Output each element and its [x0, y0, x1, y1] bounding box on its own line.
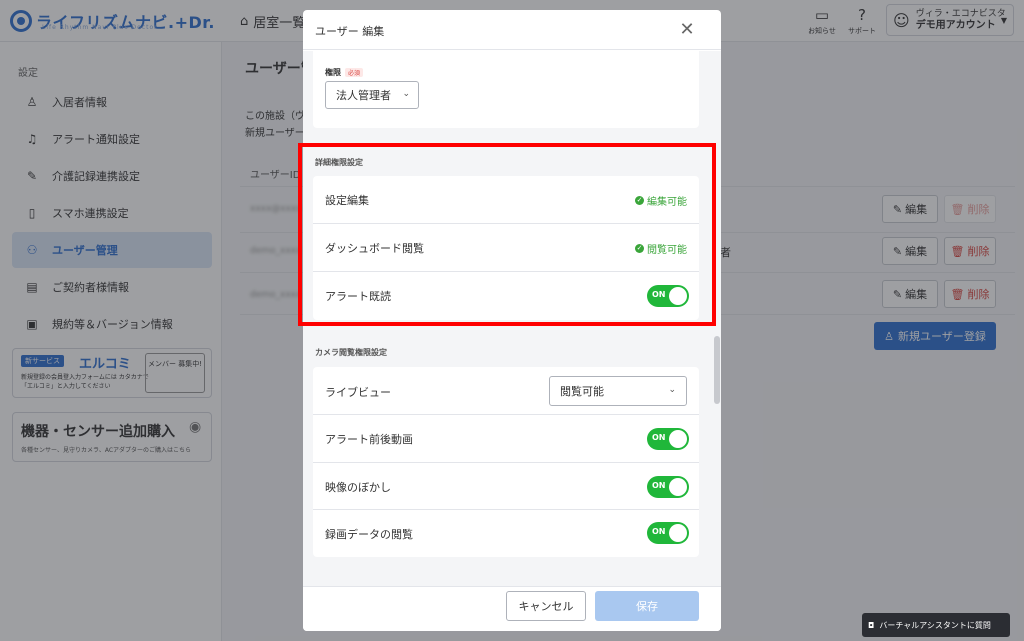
role-label: 権限 必須	[325, 67, 364, 78]
permission-row-alert-video: アラート前後動画 ON	[313, 415, 699, 463]
camera-permission-card: ライブビュー 閲覧可能 ⌄ アラート前後動画 ON 映像のぼかし ON 録画デー…	[313, 367, 699, 557]
chevron-down-icon: ⌄	[668, 385, 676, 395]
permission-row-blur: 映像のぼかし ON	[313, 463, 699, 510]
save-button[interactable]: 保存	[595, 591, 699, 621]
toggle-knob	[669, 524, 687, 542]
recording-toggle[interactable]: ON	[647, 522, 689, 544]
virtual-assistant-button[interactable]: ◘ バーチャルアシスタントに質問	[862, 613, 1010, 637]
toggle-knob	[669, 430, 687, 448]
live-view-select[interactable]: 閲覧可能 ⌄	[549, 376, 687, 406]
highlight-box	[298, 143, 716, 326]
chevron-down-icon: ⌄	[402, 89, 410, 99]
toggle-knob	[669, 478, 687, 496]
modal-header: ユーザー 編集 ✕	[303, 10, 721, 50]
blur-toggle[interactable]: ON	[647, 476, 689, 498]
role-card: 権限 必須 法人管理者 ⌄	[313, 51, 699, 128]
scroll-thumb[interactable]	[714, 336, 720, 404]
cancel-button[interactable]: キャンセル	[506, 591, 586, 621]
role-select[interactable]: 法人管理者 ⌄	[325, 81, 419, 109]
alert-video-toggle[interactable]: ON	[647, 428, 689, 450]
robot-icon: ◘	[868, 620, 875, 630]
modal-footer: キャンセル 保存	[303, 586, 721, 631]
camera-permission-title: カメラ閲覧権限設定	[315, 348, 387, 357]
permission-row-recording: 録画データの閲覧 ON	[313, 510, 699, 557]
modal-title: ユーザー 編集	[315, 25, 385, 38]
close-icon[interactable]: ✕	[675, 18, 699, 42]
permission-row-live-view: ライブビュー 閲覧可能 ⌄	[313, 367, 699, 415]
required-badge: 必須	[345, 68, 364, 77]
